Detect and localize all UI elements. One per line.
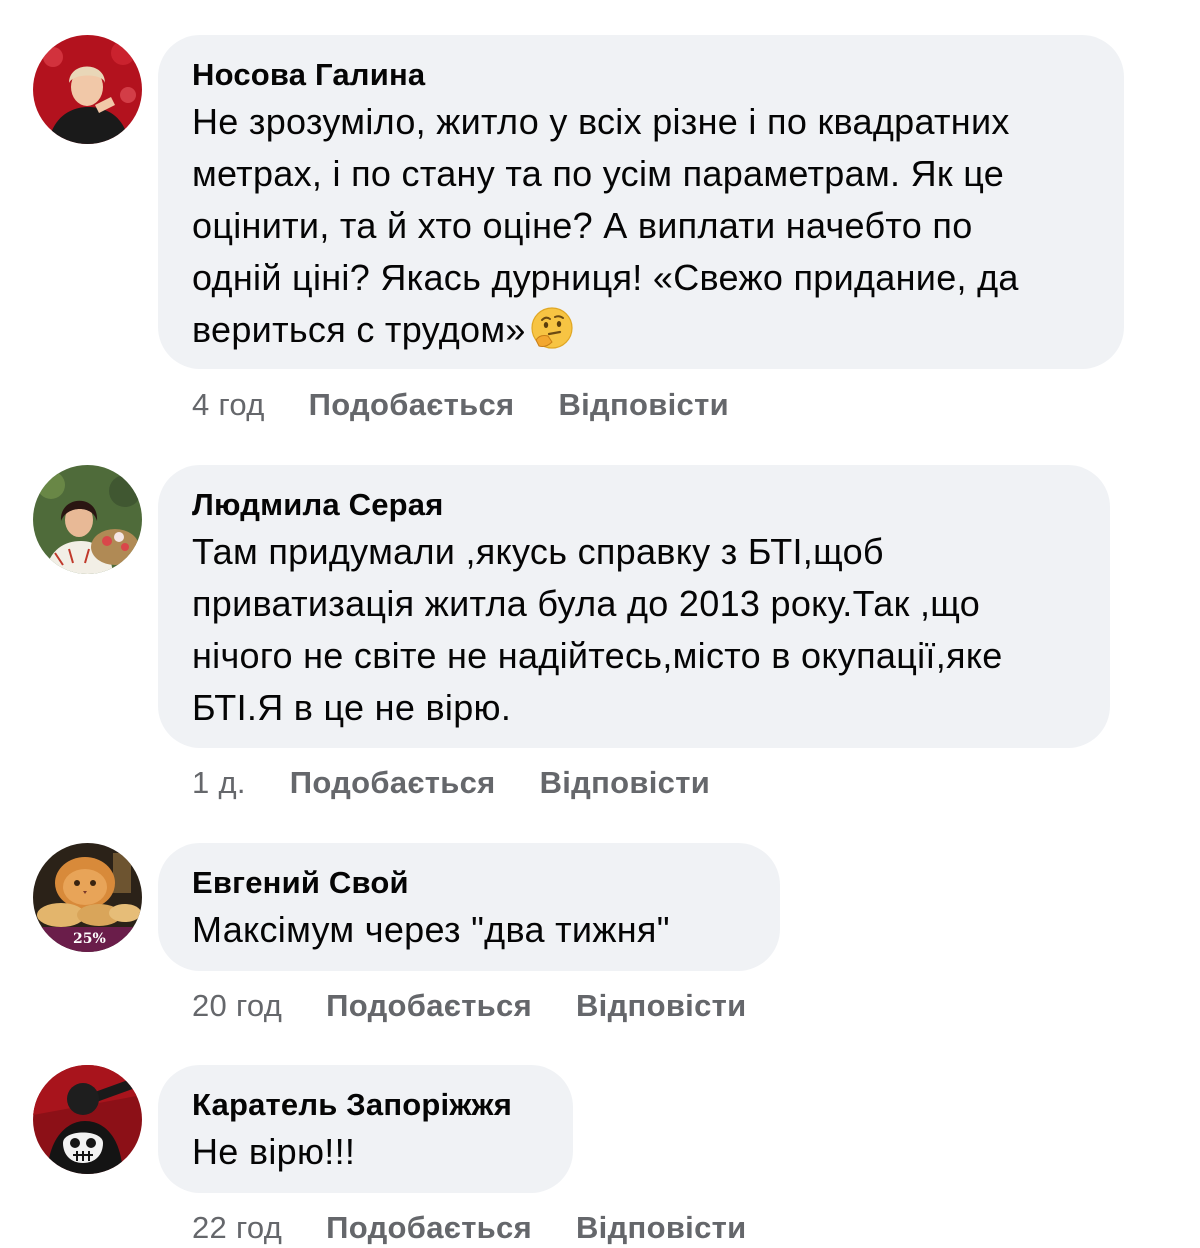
avatar[interactable]	[33, 465, 142, 574]
comment-text-line: одній ціні? Якась дурниця! «Свежо придан…	[192, 257, 1019, 298]
reply-button[interactable]: Відповісти	[576, 1210, 747, 1245]
comment-timestamp[interactable]: 1 д.	[192, 765, 246, 800]
comment-text-line: БТІ.Я в це не вірю.	[192, 687, 512, 728]
avatar-photo: 25%	[33, 843, 142, 952]
comment-text-line: оцінити, та й хто оціне? А виплати начеб…	[192, 205, 973, 246]
comment-bubble: Носова Галина Не зрозуміло, житло у всіх…	[158, 35, 1124, 369]
comment-bubble: Каратель Запоріжжя Не вірю!!!	[158, 1065, 573, 1193]
like-button[interactable]: Подобається	[290, 765, 496, 800]
comment-timestamp[interactable]: 4 год	[192, 387, 265, 422]
reply-button[interactable]: Відповісти	[576, 988, 747, 1023]
avatar[interactable]: 25%	[33, 843, 142, 952]
comment-timestamp[interactable]: 20 год	[192, 988, 282, 1023]
thinking-face-emoji-icon	[531, 307, 573, 349]
comment-text: Максімум через "два тижня"	[192, 904, 746, 956]
avatar-badge-text: 25%	[73, 931, 106, 947]
avatar-photo	[33, 1065, 142, 1174]
comment-text-line: Не вірю!!!	[192, 1131, 356, 1172]
comment-text-line: метрах, і по стану та по усім параметрам…	[192, 153, 1005, 194]
comment-timestamp[interactable]: 22 год	[192, 1210, 282, 1245]
comment-actions: 22 год Подобається Відповісти	[192, 1208, 746, 1248]
avatar[interactable]	[33, 1065, 142, 1174]
comment-author[interactable]: Носова Галина	[192, 55, 1090, 95]
comment-bubble: Евгений Свой Максімум через "два тижня"	[158, 843, 780, 971]
comment-text-line: нічого не світе не надійтесь,місто в оку…	[192, 635, 1003, 676]
comment-author[interactable]: Каратель Запоріжжя	[192, 1085, 539, 1125]
comment-bubble: Людмила Серая Там придумали ,якусь справ…	[158, 465, 1110, 748]
comment-text: Не вірю!!!	[192, 1126, 539, 1178]
comment-text: Там придумали ,якусь справку з БТІ,щоб п…	[192, 526, 1076, 734]
avatar-photo	[33, 35, 142, 144]
comment-actions: 1 д. Подобається Відповісти	[192, 763, 710, 803]
avatar[interactable]	[33, 35, 142, 144]
comment-actions: 4 год Подобається Відповісти	[192, 385, 729, 425]
comment-text-line: Там придумали ,якусь справку з БТІ,щоб	[192, 531, 884, 572]
like-button[interactable]: Подобається	[309, 387, 515, 422]
like-button[interactable]: Подобається	[326, 1210, 532, 1245]
like-button[interactable]: Подобається	[326, 988, 532, 1023]
comment-text-line: вериться с трудом»	[192, 309, 526, 350]
comment-author[interactable]: Людмила Серая	[192, 485, 1076, 525]
comment-text: Не зрозуміло, житло у всіх різне і по кв…	[192, 96, 1090, 356]
comment-text-line-last: вериться с трудом»	[192, 304, 1090, 356]
reply-button[interactable]: Відповісти	[540, 765, 711, 800]
avatar-photo	[33, 465, 142, 574]
comment-text-line: приватизація житла була до 2013 року.Так…	[192, 583, 981, 624]
comment-actions: 20 год Подобається Відповісти	[192, 986, 746, 1026]
comment-text-line: Не зрозуміло, житло у всіх різне і по кв…	[192, 101, 1010, 142]
comment-author[interactable]: Евгений Свой	[192, 863, 746, 903]
reply-button[interactable]: Відповісти	[558, 387, 729, 422]
comment-text-line: Максімум через "два тижня"	[192, 909, 670, 950]
